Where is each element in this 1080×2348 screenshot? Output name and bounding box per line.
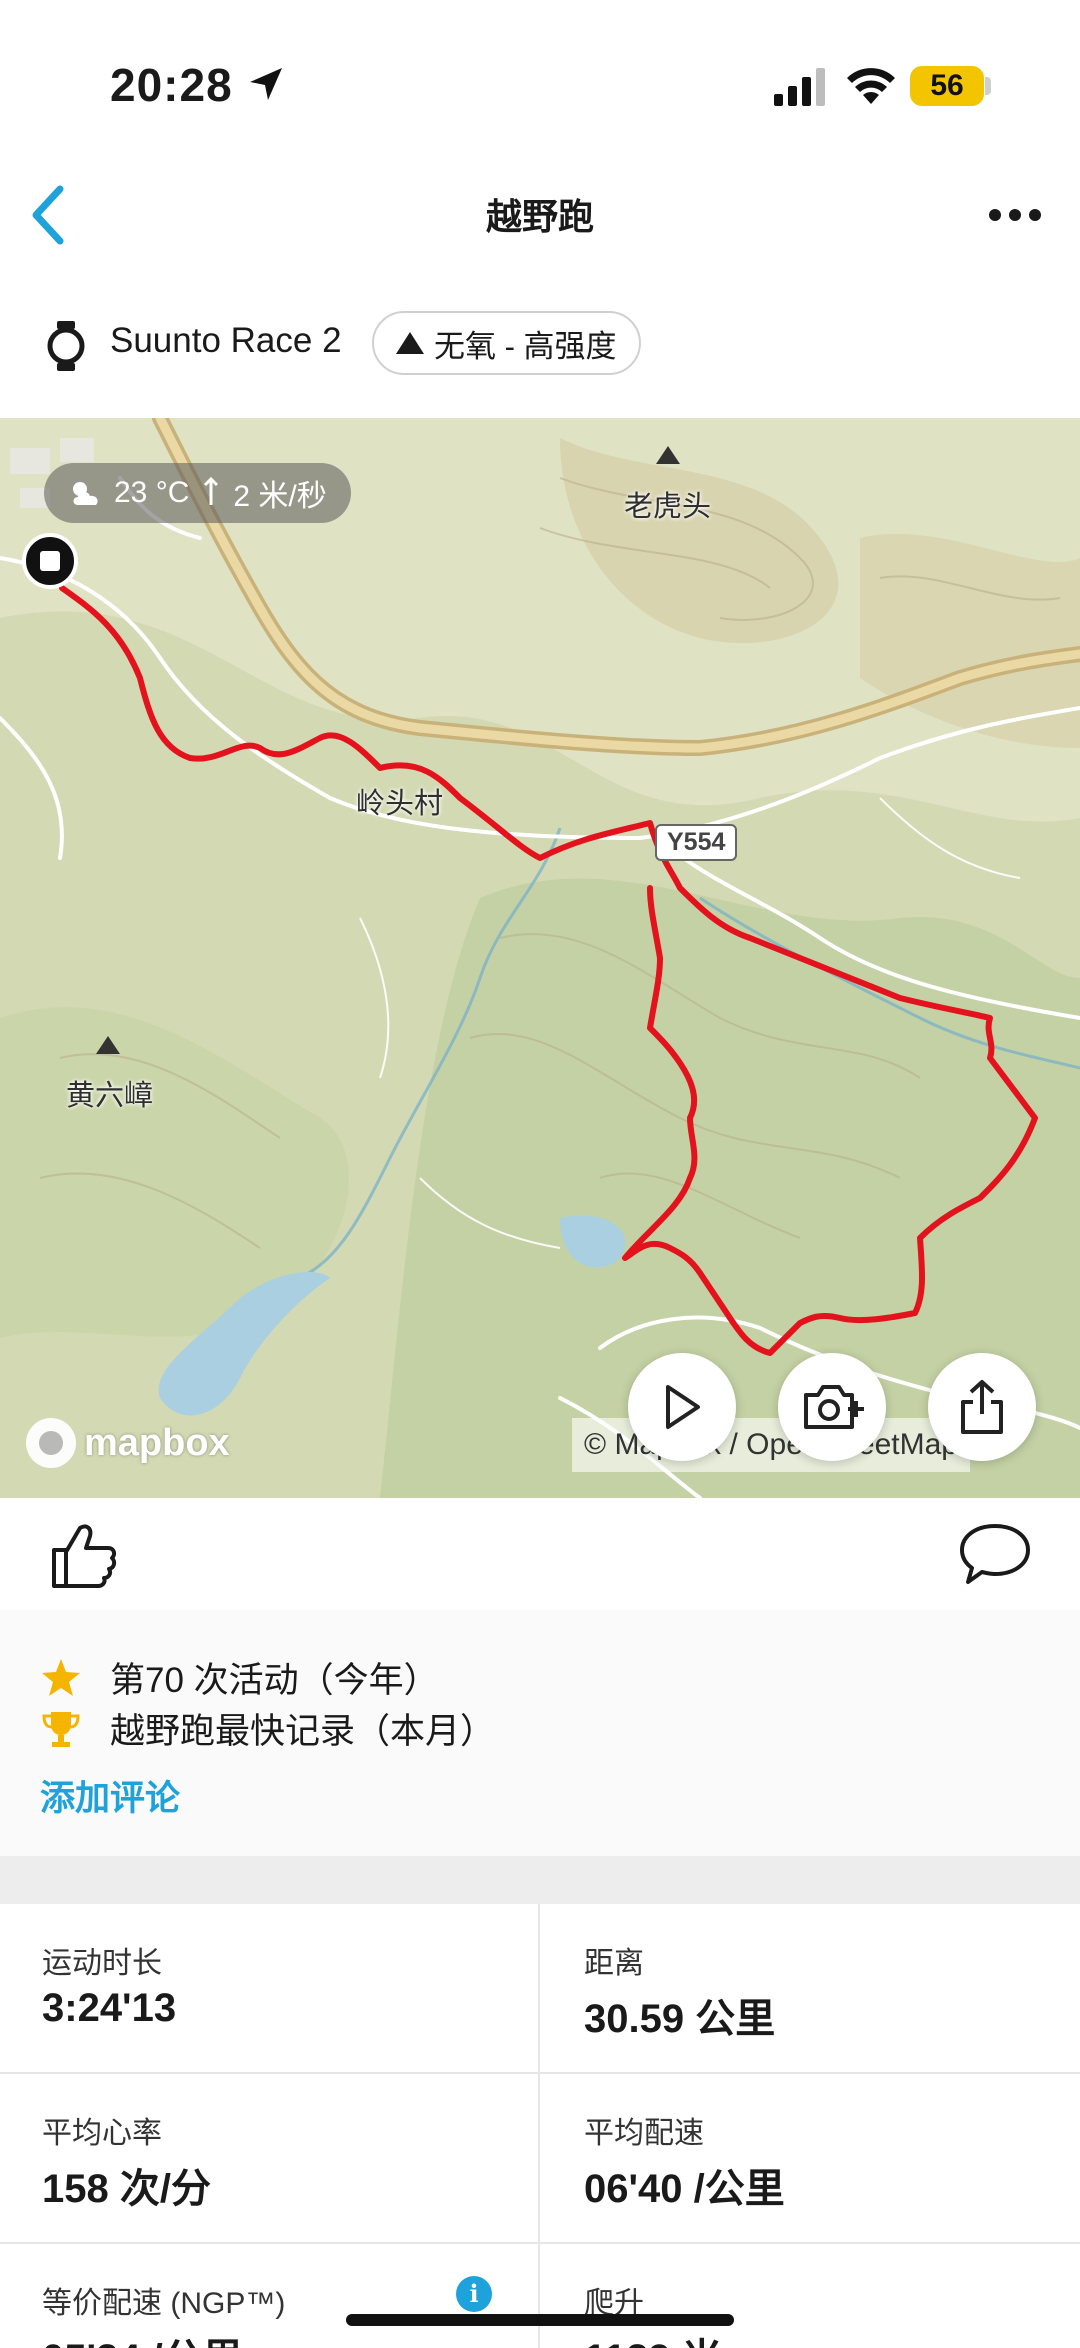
- stat-label: 距离: [584, 1947, 644, 1980]
- status-time: 20:28: [110, 59, 233, 111]
- page-title: 越野跑: [485, 196, 594, 237]
- stats-grid: 运动时长 3:24'13 距离 30.59 公里 平均心率 158 次/分 平均…: [0, 1904, 1080, 2348]
- location-arrow-icon: [250, 68, 282, 100]
- temperature: 23 °C: [114, 476, 190, 509]
- home-indicator[interactable]: [346, 2314, 734, 2326]
- stat-value: 158 次/分: [42, 2167, 211, 2211]
- stat-label: 运动时长: [42, 1947, 162, 1980]
- play-button[interactable]: [628, 1353, 736, 1461]
- achievements-section: 第70 次活动（今年） 越野跑最快记录（本月） 添加评论: [0, 1610, 1080, 1856]
- info-icon[interactable]: i: [456, 2276, 492, 2312]
- stat-value: 06'40 /公里: [584, 2167, 785, 2211]
- weather-pill: 23 °C 2 米/秒: [44, 463, 351, 523]
- device-name: Suunto Race 2: [110, 321, 342, 360]
- map-label-village: 岭头村: [356, 788, 444, 820]
- stat-ngp: 等价配速 (NGP™) i 05'24 /公里: [0, 2244, 540, 2348]
- cellular-signal-icon: [774, 68, 825, 106]
- stat-value: 30.59 公里: [584, 1997, 776, 2041]
- star-icon: [42, 1658, 80, 1696]
- battery-level: 56: [910, 66, 984, 106]
- stat-value: 3:24'13: [42, 1986, 177, 2030]
- share-button[interactable]: [928, 1353, 1036, 1461]
- stat-value: 05'24 /公里: [42, 2326, 243, 2348]
- achievement-activity-count: 第70 次活动（今年）: [40, 1652, 439, 1703]
- achievement-text: 越野跑最快记录（本月）: [110, 1712, 496, 1751]
- add-photo-button[interactable]: [778, 1353, 886, 1461]
- peak-icon: [656, 446, 680, 464]
- stat-avg-heart-rate: 平均心率 158 次/分: [0, 2074, 540, 2244]
- start-marker-icon[interactable]: [22, 533, 78, 589]
- intensity-label: 无氧 - 高强度: [434, 328, 617, 364]
- map-label-peak: 黄六嶂: [66, 1080, 154, 1112]
- map-terrain: [0, 418, 1080, 1498]
- device-row: Suunto Race 2 无氧 - 高强度: [0, 305, 1080, 381]
- battery-cap: [985, 77, 991, 95]
- stat-label: 平均心率: [42, 2117, 162, 2150]
- share-icon: [961, 1380, 1003, 1434]
- stat-value: 1139 米: [584, 2326, 722, 2348]
- stat-label: 平均配速: [584, 2117, 704, 2150]
- stat-distance: 距离 30.59 公里: [540, 1904, 1080, 2074]
- watch-icon: [47, 321, 85, 371]
- trophy-icon: [42, 1711, 80, 1747]
- nav-bar: 越野跑: [0, 170, 1080, 280]
- stat-label: 等价配速 (NGP™): [42, 2287, 286, 2320]
- add-comment-link[interactable]: 添加评论: [40, 1770, 180, 1821]
- comment-bubble-icon[interactable]: [958, 1522, 1032, 1586]
- route-map[interactable]: 23 °C 2 米/秒 老虎头 岭头村 Y554 黄六嶂 mapbox © Ma…: [0, 418, 1080, 1498]
- play-icon: [666, 1385, 700, 1429]
- map-label-peak: 老虎头: [624, 491, 712, 523]
- wind-icon: [204, 477, 219, 505]
- like-thumb-icon[interactable]: [48, 1520, 118, 1590]
- camera-plus-icon: [804, 1385, 864, 1429]
- intensity-badge[interactable]: 无氧 - 高强度: [372, 311, 641, 375]
- triangle-icon: [396, 332, 424, 354]
- stat-ascent: 爬升 1139 米: [540, 2244, 1080, 2348]
- mapbox-wordmark: mapbox: [84, 1421, 230, 1464]
- wind-speed: 2 米/秒: [233, 480, 327, 513]
- wifi-icon: [847, 68, 895, 104]
- partly-cloudy-icon: [73, 482, 98, 505]
- mapbox-logo: mapbox: [26, 1418, 230, 1468]
- section-divider: [0, 1856, 1080, 1904]
- stat-avg-pace: 平均配速 06'40 /公里: [540, 2074, 1080, 2244]
- reaction-row: [0, 1498, 1080, 1610]
- road-shield: Y554: [655, 824, 738, 861]
- status-bar: 20:28 56: [0, 0, 1080, 170]
- mapbox-icon: [26, 1418, 76, 1468]
- more-options-icon[interactable]: [985, 190, 1045, 240]
- achievement-fastest: 越野跑最快记录（本月）: [40, 1703, 495, 1754]
- peak-icon: [96, 1036, 120, 1054]
- stat-duration: 运动时长 3:24'13: [0, 1904, 540, 2074]
- achievement-text: 第70 次活动（今年）: [110, 1661, 439, 1700]
